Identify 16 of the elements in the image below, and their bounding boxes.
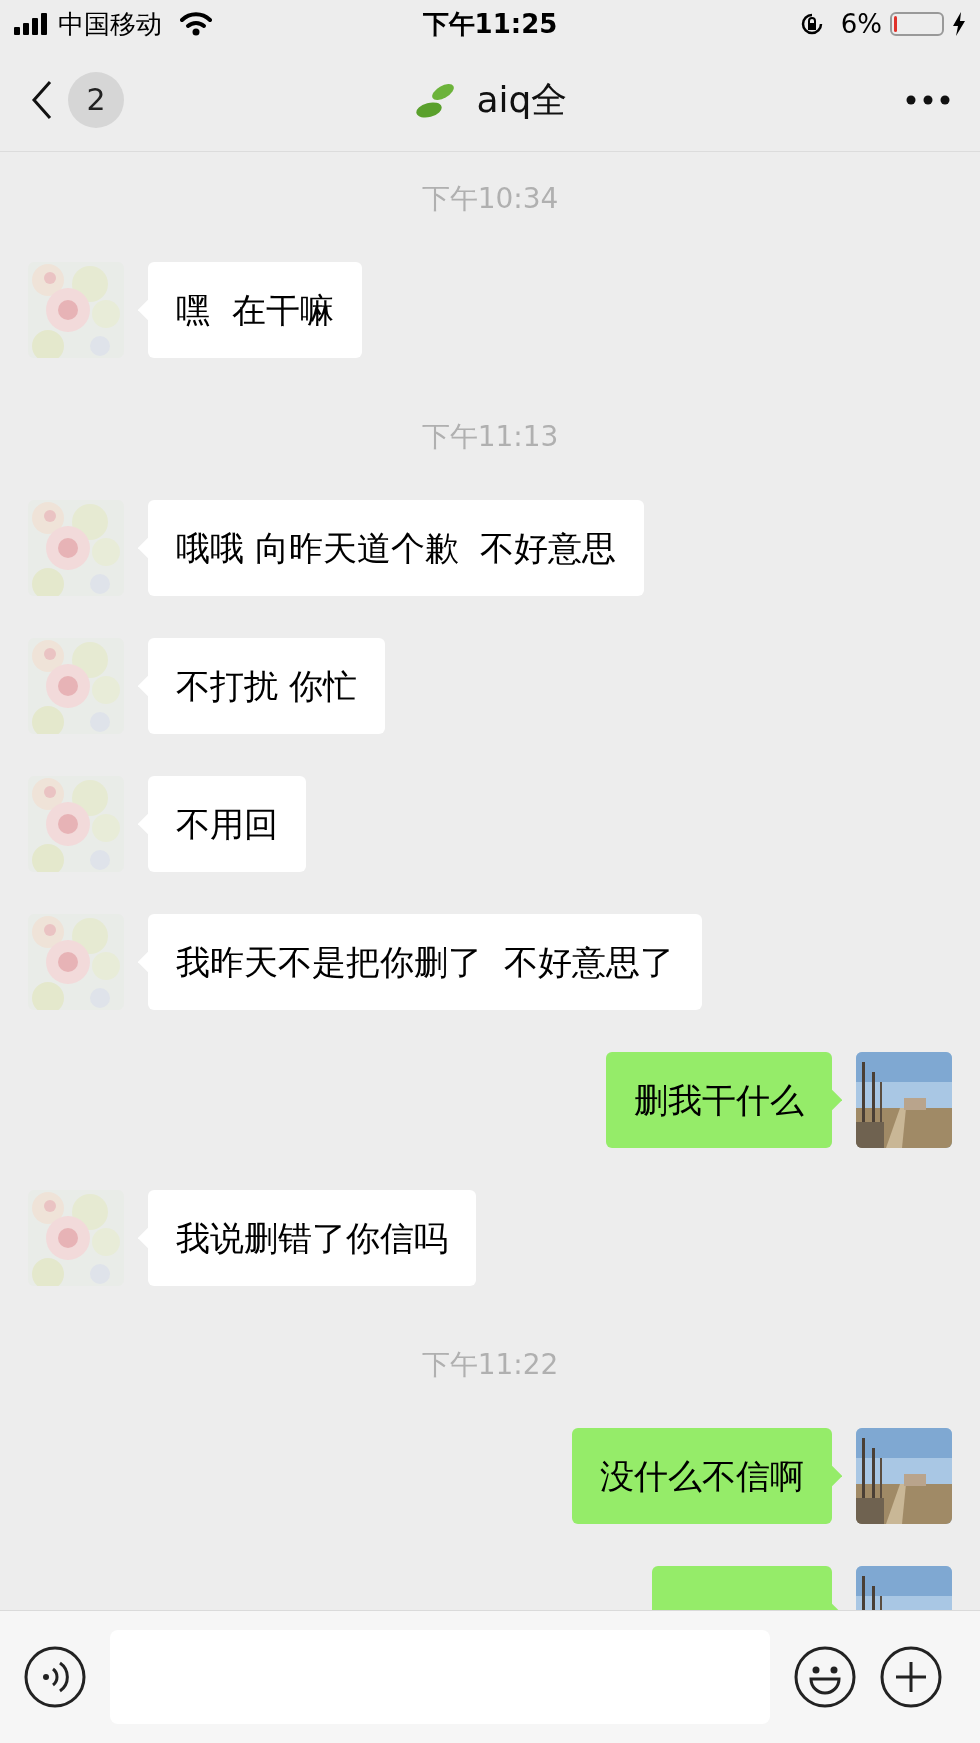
timestamp: 下午11:13 xyxy=(421,419,559,455)
plus-icon[interactable] xyxy=(880,1646,942,1708)
battery-percent: 6% xyxy=(840,7,882,41)
status-time: 下午11:25 xyxy=(422,7,558,41)
chat-title: aiq全 xyxy=(476,77,568,122)
signal-icon xyxy=(14,13,50,35)
emoji-icon[interactable] xyxy=(794,1646,856,1708)
timestamp: 下午11:22 xyxy=(421,1347,559,1383)
carrier-name: 中国移动 xyxy=(58,7,162,41)
battery-icon xyxy=(890,12,944,36)
voice-icon[interactable] xyxy=(24,1646,86,1708)
back-icon[interactable] xyxy=(30,79,54,120)
unread-badge: 2 xyxy=(68,71,124,128)
timestamp: 下午10:34 xyxy=(421,181,559,217)
more-icon[interactable] xyxy=(906,94,950,105)
wifi-icon xyxy=(180,12,212,36)
